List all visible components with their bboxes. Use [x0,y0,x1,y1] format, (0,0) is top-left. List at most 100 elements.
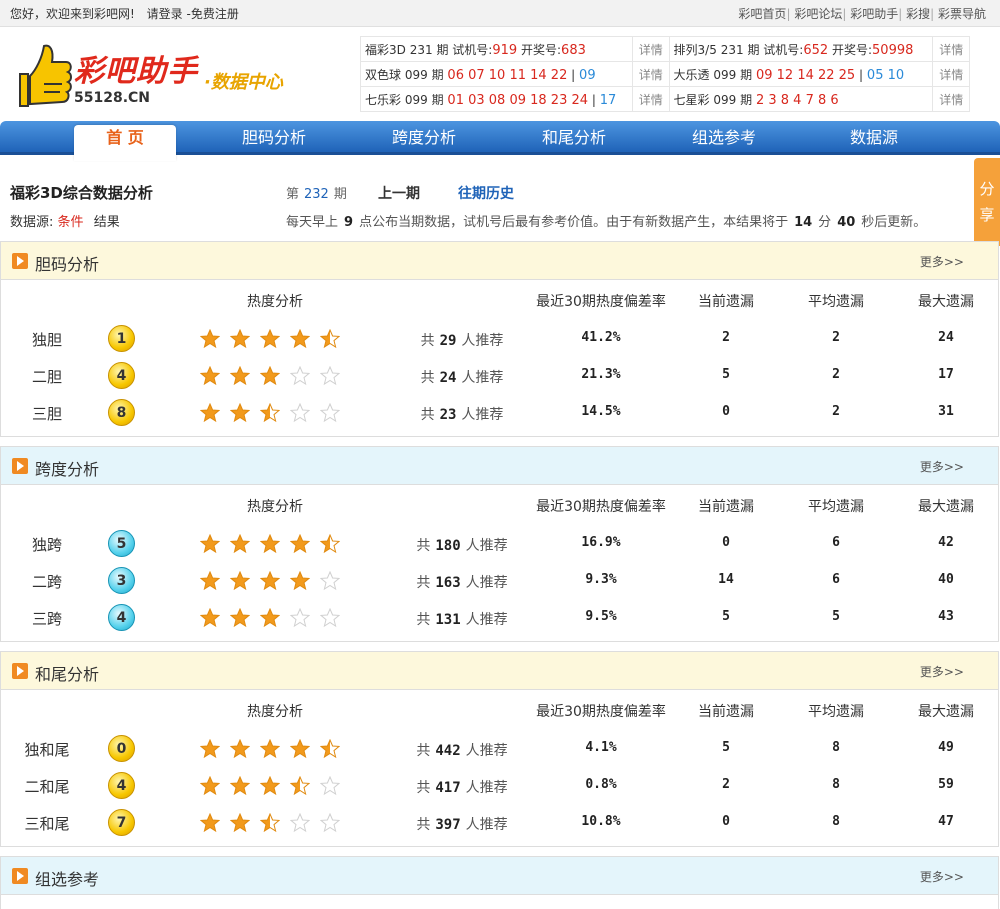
star-half-icon [320,329,340,349]
top-link-nav[interactable]: 彩票导航 [938,7,986,21]
heat-stars [200,366,350,386]
star-empty-icon [320,366,340,386]
issue-number: 099 [404,92,428,107]
logo-text: 彩吧助手 [74,54,198,89]
recommend-suffix: 人推荐 [465,575,508,591]
top-link-home[interactable]: 彩吧首页 [738,7,786,21]
main-nav: 首 页 胆码分析 跨度分析 和尾分析 组选参考 数据源 [0,121,1000,161]
star-half-icon [260,813,280,833]
star-half-icon [260,403,280,423]
column-header: 最大遗漏 [918,704,974,720]
nav-group-ref[interactable]: 组选参考 [649,121,799,155]
more-link[interactable]: 更多>> [920,868,964,885]
top-links: 彩吧首页| 彩吧论坛| 彩吧助手| 彩搜| 彩票导航 [738,5,986,22]
top-link-forum[interactable]: 彩吧论坛 [794,7,842,21]
cell-cur: 0 [722,814,730,829]
cell-dev: 10.8% [581,814,621,829]
data-source-condition-link[interactable]: 条件 [58,215,84,230]
table-row: 独跨 5 共 180 人推荐 16.9% 0 6 42 [1,525,1000,562]
recommend-prefix: 共 [420,333,435,349]
column-header: 热度分析 [247,704,303,720]
cell-dev: 16.9% [581,535,621,550]
column-header: 平均遗漏 [808,704,864,720]
cell-dev: 0.8% [585,777,617,792]
detail-link[interactable]: 详情 [632,61,670,87]
star-full-icon [290,534,310,554]
column-header: 最大遗漏 [918,499,974,515]
star-full-icon [230,608,250,628]
issue-number: 231 [409,42,433,57]
table-row: 三和尾 7 共 397 人推荐 10.8% 0 8 47 [1,804,1000,841]
heat-stars [200,403,350,423]
star-full-icon [260,776,280,796]
lottery-name: 福彩3D [365,42,406,57]
star-empty-icon [290,366,310,386]
history-link[interactable]: 往期历史 [458,183,514,203]
row-name: 二跨 [31,573,62,591]
row-name: 独胆 [31,331,62,349]
register-link[interactable]: -免费注册 [186,7,238,21]
detail-link[interactable]: 详情 [632,36,670,62]
cell-avg: 2 [832,404,840,419]
data-source-result-link[interactable]: 结果 [94,215,120,230]
nav-dan-analysis[interactable]: 胆码分析 [199,121,349,155]
column-header: 平均遗漏 [808,294,864,310]
star-full-icon [230,813,250,833]
test-number: 919 [492,42,518,58]
divider: | [859,67,864,82]
more-link[interactable]: 更多>> [920,458,964,475]
star-full-icon [230,403,250,423]
star-empty-icon [290,813,310,833]
draw-row: 福彩3D 231 期 试机号:919 开奖号:683 详情 排列3/5 231 … [359,36,970,62]
issue-unit: 期 [740,67,753,82]
detail-link[interactable]: 详情 [932,36,970,62]
update-notice: 每天早上 9 点公布当期数据，试机号后最有参考价值。由于有新数据产生，本结果将于 14… [286,211,926,230]
cell-avg: 8 [832,740,840,755]
nav-span-analysis[interactable]: 跨度分析 [349,121,499,155]
issue-number: 099 [404,67,428,82]
recommend-prefix: 共 [420,407,435,423]
cell-max: 40 [938,572,954,587]
recommend-suffix: 人推荐 [465,612,508,628]
recommend-count: 共 163 人推荐 [407,572,517,592]
notice-text: 分 [818,215,832,230]
heat-stars [200,571,350,591]
row-name: 二胆 [31,368,62,386]
panel-dan: 胆码分析 更多>> 热度分析 最近30期热度偏差率 当前遗漏 平均遗漏 最大遗漏 独胆 1 共… [0,241,999,437]
star-full-icon [200,403,220,423]
cell-cur: 5 [722,367,730,382]
blue-balls: 05 10 [866,67,905,83]
row-name: 三跨 [31,610,62,628]
cell-avg: 6 [832,572,840,587]
top-link-assistant[interactable]: 彩吧助手 [850,7,898,21]
star-full-icon [230,534,250,554]
lottery-name: 七乐彩 [365,92,402,107]
more-link[interactable]: 更多>> [920,253,964,270]
welcome-area: 您好，欢迎来到彩吧网! 请登录 -免费注册 [10,5,239,22]
column-header: 热度分析 [247,499,303,515]
star-full-icon [260,329,280,349]
login-link[interactable]: 请登录 [147,7,183,21]
logo-subtitle: ·数据中心 [204,72,283,93]
recommend-suffix: 人推荐 [465,817,508,833]
star-full-icon [290,329,310,349]
top-link-search[interactable]: 彩搜 [906,7,930,21]
cell-avg: 8 [832,777,840,792]
detail-link[interactable]: 详情 [932,61,970,87]
prev-issue-link[interactable]: 上一期 [378,183,420,203]
star-full-icon [260,366,280,386]
detail-link[interactable]: 详情 [632,86,670,112]
detail-link[interactable]: 详情 [932,86,970,112]
cell-cur: 5 [722,609,730,624]
share-tab[interactable]: 分 享 [974,158,1000,246]
nav-sum-tail-analysis[interactable]: 和尾分析 [499,121,649,155]
panel-title: 和尾分析 [35,665,100,684]
star-empty-icon [290,403,310,423]
site-logo[interactable]: 彩吧助手 55128.CN ·数据中心 [14,40,334,112]
nav-home[interactable]: 首 页 [74,125,176,161]
play-arrow-icon [12,458,28,474]
cell-max: 59 [938,777,954,792]
nav-data-source[interactable]: 数据源 [799,121,949,155]
more-link[interactable]: 更多>> [920,663,964,680]
divider: | [786,7,791,21]
